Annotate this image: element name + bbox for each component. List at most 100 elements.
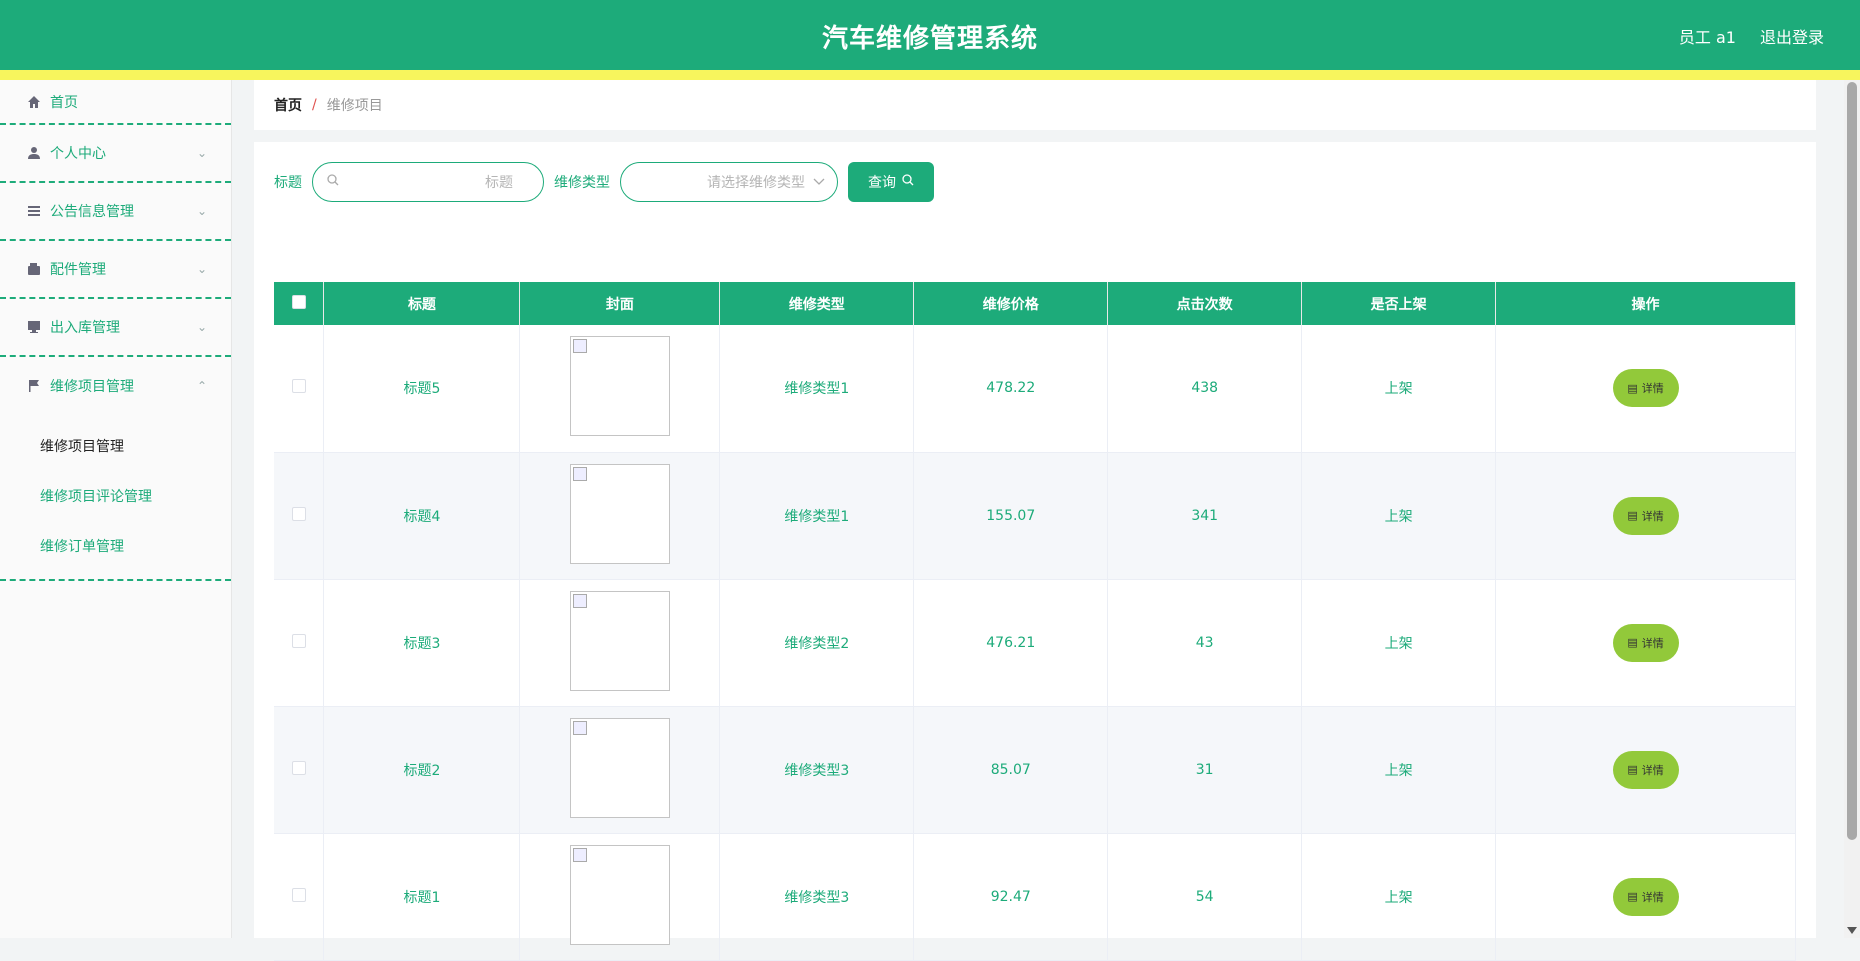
row-select-cell (274, 706, 325, 834)
actions-cell: ▤ 详情 (1495, 325, 1796, 453)
row-select-cell (274, 579, 325, 707)
document-icon: ▤ (1627, 509, 1638, 522)
sidebar-item-notice[interactable]: 公告信息管理 ⌄ (0, 183, 231, 241)
column-header-status[interactable]: 是否上架 (1301, 282, 1497, 325)
row-checkbox[interactable] (291, 633, 306, 648)
current-user[interactable]: 员工 a1 (1679, 24, 1736, 48)
document-icon: ▤ (1627, 763, 1638, 776)
actions-cell: ▤ 详情 (1495, 452, 1796, 580)
table-header-row: 标题 封面 维修类型 维修价格 点击次数 是否上架 操作 (274, 282, 1796, 325)
repair-project-submenu: 维修项目管理 维修项目评论管理 维修订单管理 (0, 415, 231, 581)
sidebar-item-personal-center[interactable]: 个人中心 ⌄ (0, 125, 231, 183)
type-cell: 维修类型1 (719, 325, 915, 453)
cover-cell (519, 452, 721, 580)
breadcrumb-home[interactable]: 首页 (274, 95, 302, 115)
actions-cell: ▤ 详情 (1495, 833, 1796, 961)
price-cell: 92.47 (913, 833, 1109, 961)
table-row: 标题2 维修类型3 85.07 31 上架 ▤ 详情 (274, 706, 1796, 834)
row-checkbox[interactable] (291, 760, 306, 775)
search-bar: 标题 标题 维修类型 请选择维修类型 查询 (274, 162, 934, 202)
detail-button-label: 详情 (1641, 763, 1664, 777)
title-cell: 标题4 (323, 452, 521, 580)
submenu-item-repair-order-manage[interactable]: 维修订单管理 (0, 521, 231, 571)
sidebar-item-inventory[interactable]: 出入库管理 ⌄ (0, 299, 231, 357)
document-icon: ▤ (1627, 381, 1638, 395)
actions-cell: ▤ 详情 (1495, 579, 1796, 707)
column-header-clicks[interactable]: 点击次数 (1107, 282, 1303, 325)
sidebar-item-parts[interactable]: 配件管理 ⌄ (0, 241, 231, 299)
document-icon: ▤ (1627, 890, 1638, 903)
user-area: 员工 a1 退出登录 (1679, 24, 1824, 48)
price-cell: 85.07 (913, 706, 1109, 834)
clicks-cell: 31 (1107, 706, 1303, 834)
scrollbar-thumb[interactable] (1847, 82, 1857, 840)
detail-button[interactable]: ▤ 详情 (1612, 369, 1679, 408)
sidebar-item-home[interactable]: 首页 (0, 80, 231, 125)
column-header-type[interactable]: 维修类型 (719, 282, 915, 325)
chevron-down-icon: ⌄ (196, 204, 207, 218)
submenu-item-repair-project-manage[interactable]: 维修项目管理 (0, 421, 231, 471)
price-cell: 478.22 (913, 325, 1109, 453)
logout-button[interactable]: 退出登录 (1760, 24, 1824, 48)
price-cell: 476.21 (913, 579, 1109, 707)
select-all-checkbox[interactable] (291, 294, 306, 309)
query-button[interactable]: 查询 (848, 162, 934, 202)
sidebar-item-label: 个人中心 (50, 146, 106, 162)
sidebar-item-label: 配件管理 (50, 262, 106, 278)
broken-image-icon (572, 593, 587, 608)
breadcrumb-current: 维修项目 (326, 98, 383, 114)
content-card: 标题 标题 维修类型 请选择维修类型 查询 标题 封面 维修类型 维修价格 点击… (254, 142, 1816, 961)
cover-cell (519, 579, 721, 707)
sidebar: 首页 个人中心 ⌄ 公告信息管理 ⌄ 配件管理 ⌄ 出入库管理 ⌄ 维修项目管理… (0, 80, 232, 938)
column-header-title[interactable]: 标题 (323, 282, 521, 325)
detail-button-label: 详情 (1641, 509, 1664, 523)
price-cell: 155.07 (913, 452, 1109, 580)
column-header-price[interactable]: 维修价格 (913, 282, 1109, 325)
detail-button[interactable]: ▤ 详情 (1612, 877, 1679, 916)
status-cell: 上架 (1301, 833, 1497, 961)
type-cell: 维修类型1 (719, 452, 915, 580)
breadcrumb: 首页 / 维修项目 (254, 80, 1816, 130)
actions-cell: ▤ 详情 (1495, 706, 1796, 834)
search-icon (902, 174, 914, 190)
status-cell: 上架 (1301, 579, 1497, 707)
user-icon (26, 145, 42, 161)
sidebar-item-label: 维修项目管理 (50, 379, 134, 395)
chevron-down-icon: ⌄ (196, 146, 207, 160)
row-select-cell (274, 833, 325, 961)
clicks-cell: 438 (1107, 325, 1303, 453)
row-checkbox[interactable] (291, 506, 306, 521)
type-select[interactable]: 请选择维修类型 (620, 162, 838, 202)
table-row: 标题4 维修类型1 155.07 341 上架 ▤ 详情 (274, 452, 1796, 580)
chevron-up-icon: ⌃ (196, 379, 207, 393)
breadcrumb-separator: / (312, 97, 317, 113)
column-header-cover: 封面 (519, 282, 721, 325)
column-header-actions: 操作 (1495, 282, 1796, 325)
document-icon: ▤ (1627, 636, 1638, 649)
title-cell: 标题3 (323, 579, 521, 707)
detail-button[interactable]: ▤ 详情 (1612, 496, 1679, 535)
cover-image (569, 844, 670, 945)
status-cell: 上架 (1301, 452, 1497, 580)
detail-button[interactable]: ▤ 详情 (1612, 623, 1679, 662)
cover-image (569, 463, 670, 564)
list-icon (26, 203, 42, 219)
title-search-input[interactable]: 标题 (312, 162, 544, 202)
title-search-placeholder: 标题 (485, 175, 513, 191)
title-cell: 标题1 (323, 833, 521, 961)
query-button-label: 查询 (868, 175, 896, 191)
sidebar-item-label: 首页 (50, 94, 78, 111)
scroll-down-arrow-icon[interactable] (1847, 927, 1857, 934)
sidebar-item-label: 公告信息管理 (50, 204, 134, 220)
broken-image-icon (572, 720, 587, 735)
clicks-cell: 54 (1107, 833, 1303, 961)
row-checkbox[interactable] (291, 379, 306, 394)
table-row: 标题3 维修类型2 476.21 43 上架 ▤ 详情 (274, 579, 1796, 707)
submenu-item-repair-comment-manage[interactable]: 维修项目评论管理 (0, 471, 231, 521)
row-checkbox[interactable] (291, 887, 306, 902)
sidebar-item-repair-project[interactable]: 维修项目管理 ⌃ (0, 357, 231, 415)
clicks-cell: 341 (1107, 452, 1303, 580)
detail-button[interactable]: ▤ 详情 (1612, 750, 1679, 789)
sidebar-item-label: 出入库管理 (50, 320, 120, 336)
page-scrollbar[interactable] (1844, 80, 1860, 938)
